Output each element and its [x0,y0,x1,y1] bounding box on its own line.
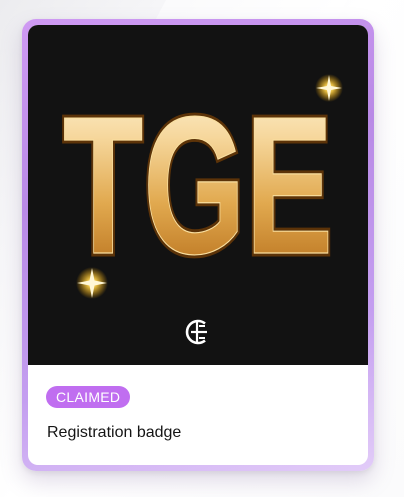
badge-card-inner[interactable]: TGE TGE CLAIMED Registration badge [28,25,368,465]
badge-artwork: TGE TGE [28,25,368,365]
tge-artwork-svg: TGE TGE [60,73,343,345]
svg-text:TGE: TGE [63,76,333,295]
badge-card[interactable]: TGE TGE CLAIMED Registration badge [22,19,374,471]
badge-title: Registration badge [47,424,182,441]
sparkle-top-right [315,74,343,102]
cg-monogram-icon [185,319,207,345]
tge-lettering: TGE TGE [60,73,337,299]
sparkle-bottom-left [76,267,108,299]
claimed-status-badge: CLAIMED [46,386,131,408]
